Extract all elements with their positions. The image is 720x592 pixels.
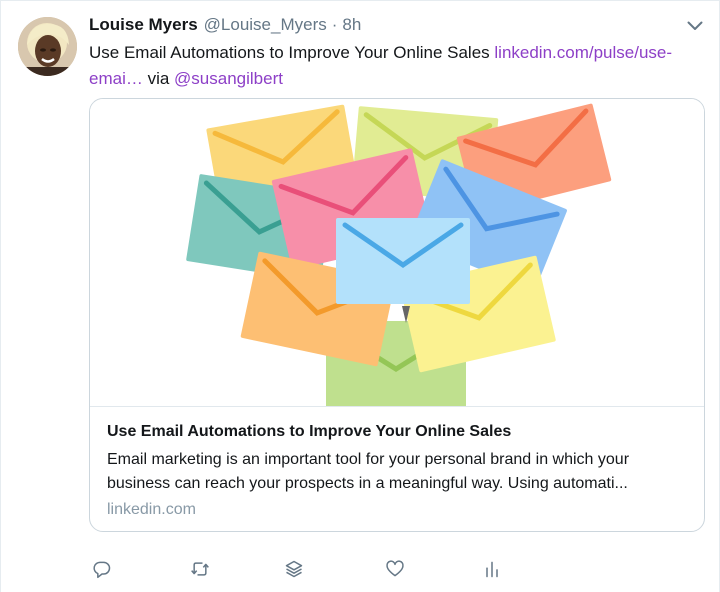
avatar[interactable] — [18, 17, 77, 76]
layers-icon[interactable] — [282, 557, 306, 581]
timestamp[interactable]: 8h — [342, 15, 361, 35]
avatar-photo — [18, 17, 77, 76]
card-domain: linkedin.com — [107, 501, 196, 518]
envelopes-illustration — [186, 103, 612, 417]
tweet-text-body: Use Email Automations to Improve Your On… — [89, 43, 495, 62]
tweet[interactable]: Louise Myers @Louise_Myers · 8h Use Emai… — [0, 0, 720, 592]
tweet-actions — [1, 557, 720, 583]
analytics-icon[interactable] — [480, 557, 504, 581]
link-card[interactable]: Use Email Automations to Improve Your On… — [89, 98, 705, 532]
chevron-down-icon[interactable] — [685, 18, 705, 34]
envelope-lightblue — [336, 218, 470, 304]
card-title[interactable]: Use Email Automations to Improve Your On… — [107, 421, 687, 443]
card-image[interactable] — [90, 99, 704, 417]
tweet-header: Louise Myers @Louise_Myers · 8h — [89, 15, 361, 39]
tweet-text-via: via — [142, 69, 175, 88]
reply-icon[interactable] — [90, 557, 114, 581]
tweet-text: Use Email Automations to Improve Your On… — [89, 40, 689, 92]
heart-icon[interactable] — [383, 557, 407, 581]
card-body[interactable]: Use Email Automations to Improve Your On… — [90, 406, 704, 531]
author-name[interactable]: Louise Myers — [89, 15, 198, 35]
retweet-icon[interactable] — [188, 557, 212, 581]
card-description: Email marketing is an important tool for… — [107, 451, 630, 492]
separator: · — [331, 15, 338, 34]
author-handle[interactable]: @Louise_Myers — [204, 15, 327, 35]
mention-link[interactable]: @susangilbert — [174, 69, 283, 88]
